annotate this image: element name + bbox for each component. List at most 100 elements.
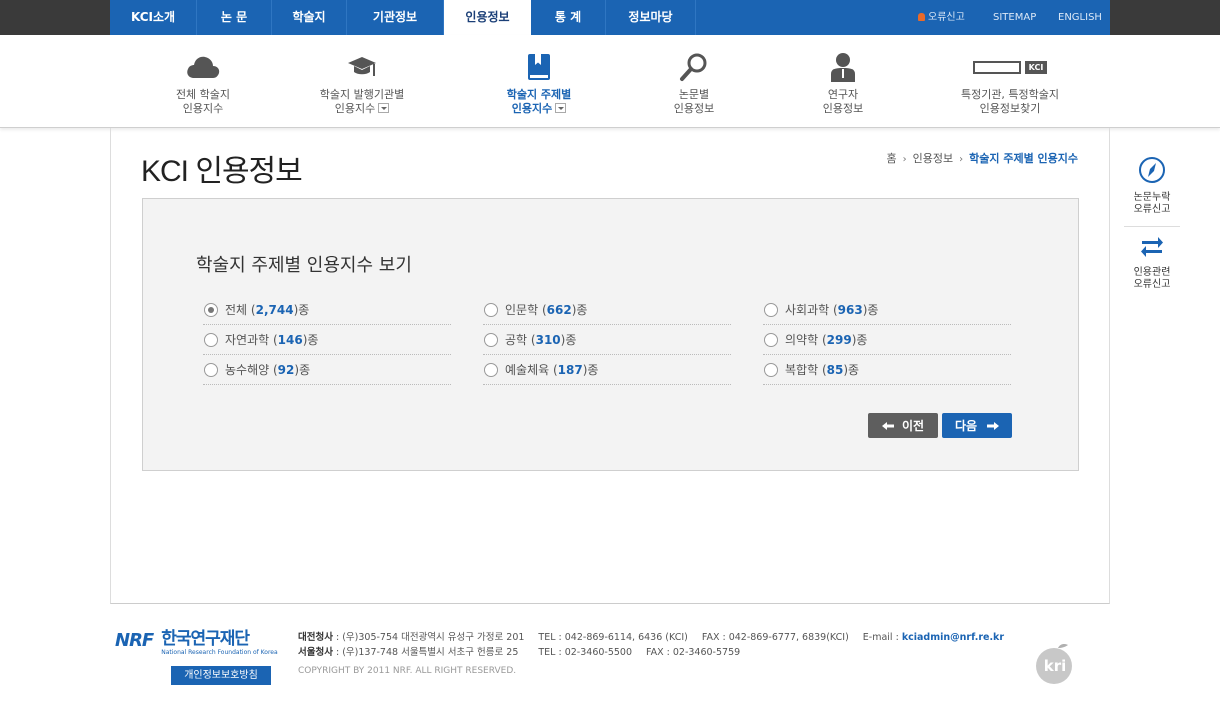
- chevron-down-icon[interactable]: [378, 103, 390, 113]
- subnav-by-paper[interactable]: 논문별 인용정보: [629, 50, 759, 116]
- subnav-label-line1: 논문별: [678, 88, 710, 101]
- category-count: 92: [277, 362, 295, 377]
- category-unit: 종: [848, 363, 860, 377]
- page-title: KCI 인용정보: [141, 155, 303, 188]
- breadcrumb-citation[interactable]: 인용정보: [913, 152, 953, 165]
- person-icon: [778, 50, 908, 84]
- radio-button[interactable]: [764, 362, 778, 377]
- category-humanities[interactable]: 인문학 (662) 종: [483, 295, 731, 325]
- radio-button[interactable]: [764, 302, 778, 317]
- category-name: 인문학: [505, 303, 539, 317]
- radio-button[interactable]: [764, 332, 778, 347]
- radio-button[interactable]: [484, 332, 498, 347]
- arrow-right-icon: [987, 421, 1000, 430]
- category-unit: 종: [587, 363, 599, 377]
- panel-heading: 학술지 주제별 인용지수 보기: [196, 255, 412, 276]
- topnav-statistics[interactable]: 통 계: [531, 0, 606, 35]
- subnav-by-researcher[interactable]: 연구자 인용정보: [778, 50, 908, 116]
- category-count: 299: [826, 332, 852, 347]
- exchange-icon: [1141, 237, 1163, 257]
- quick-menu: 논문누락 오류신고 인용관련 오류신고: [1124, 150, 1180, 302]
- next-button[interactable]: 다음: [942, 413, 1012, 438]
- category-count: 85: [826, 362, 844, 377]
- subnav-label-line1: 연구자: [827, 88, 859, 101]
- seoul-tel: TEL : 02-3460-5500: [538, 647, 633, 658]
- category-name: 자연과학: [225, 333, 270, 347]
- daejeon-fax: FAX : 042-869-6777, 6839(KCI): [701, 632, 849, 643]
- topnav-papers[interactable]: 논 문: [197, 0, 272, 35]
- category-unit: 종: [565, 333, 577, 347]
- topnav-info-plaza[interactable]: 정보마당: [606, 0, 696, 35]
- category-unit: 종: [307, 333, 319, 347]
- subnav-label-line2: 인용정보: [673, 102, 715, 115]
- email-label: E-mail :: [862, 632, 902, 643]
- category-count: 310: [535, 332, 561, 347]
- category-agriculture-fisheries[interactable]: 농수해양 (92) 종: [203, 355, 451, 385]
- seoul-fax: FAX : 02-3460-5759: [646, 647, 741, 658]
- topnav-citation[interactable]: 인용정보: [444, 0, 531, 36]
- subnav-by-publisher[interactable]: 학술지 발행기관별 인용지수: [297, 50, 427, 116]
- quick-label-line2: 오류신고: [1133, 279, 1171, 290]
- quick-label-line1: 인용관련: [1133, 267, 1171, 278]
- chevron-down-icon[interactable]: [555, 103, 567, 113]
- subnav-label-line2: 인용지수: [511, 102, 553, 115]
- radio-button[interactable]: [204, 302, 218, 317]
- quick-paper-error-report[interactable]: 논문누락 오류신고: [1124, 150, 1180, 226]
- error-report-label: 오류신고: [928, 12, 965, 23]
- category-social-science[interactable]: 사회과학 (963) 종: [763, 295, 1011, 325]
- kri-logo: kri: [1032, 642, 1078, 686]
- subnav-by-subject[interactable]: 학술지 주제별 인용지수: [474, 50, 604, 116]
- seoul-label: 서울청사: [298, 647, 333, 658]
- breadcrumb-home[interactable]: 홈: [887, 152, 897, 165]
- topnav-institutions[interactable]: 기관정보: [347, 0, 444, 35]
- subnav-label-line2: 인용정보찾기: [979, 102, 1041, 115]
- subnav-label-line2: 인용지수: [182, 102, 224, 115]
- subnav-all-journals[interactable]: 전체 학술지 인용지수: [138, 50, 268, 116]
- next-label: 다음: [954, 419, 978, 433]
- top-nav: KCI소개 논 문 학술지 기관정보 인용정보 통 계 정보마당 오류신고 SI…: [110, 0, 1110, 36]
- email-link[interactable]: kciadmin@nrf.re.kr: [902, 632, 1004, 643]
- category-unit: 종: [867, 303, 879, 317]
- radio-button[interactable]: [484, 362, 498, 377]
- subnav-label-line2: 인용정보: [822, 102, 864, 115]
- footer: NRF 한국연구재단 National Research Foundation …: [110, 604, 1110, 709]
- radio-button[interactable]: [204, 362, 218, 377]
- category-all[interactable]: 전체 (2,744) 종: [203, 295, 451, 325]
- arrow-left-icon: [881, 421, 894, 430]
- category-unit: 종: [856, 333, 868, 347]
- topnav-journals[interactable]: 학술지: [272, 0, 347, 35]
- daejeon-label: 대전청사: [298, 632, 333, 643]
- prev-button[interactable]: 이전: [868, 413, 938, 438]
- category-name: 농수해양: [225, 363, 270, 377]
- category-unit: 종: [299, 363, 311, 377]
- sitemap-link[interactable]: SITEMAP: [993, 0, 1036, 35]
- privacy-policy-link[interactable]: 개인정보보호방침: [171, 666, 271, 685]
- subnav-label-line1: 학술지 주제별: [506, 88, 572, 101]
- alarm-icon: [918, 13, 925, 21]
- daejeon-tel: TEL : 042-869-6114, 6436 (KCI): [538, 632, 688, 643]
- category-count: 146: [277, 332, 303, 347]
- daejeon-address: : (우)305-754 대전광역시 유성구 가정로 201: [332, 632, 525, 643]
- breadcrumb: 홈 › 인용정보 › 학술지 주제별 인용지수: [884, 150, 1081, 166]
- category-natural-science[interactable]: 자연과학 (146) 종: [203, 325, 451, 355]
- subnav-specific-search[interactable]: KCI 특정기관, 특정학술지 인용정보찾기: [945, 50, 1075, 116]
- cloud-icon: [138, 50, 268, 84]
- category-interdisciplinary[interactable]: 복합학 (85) 종: [763, 355, 1011, 385]
- copyright: COPYRIGHT BY 2011 NRF. ALL RIGHT RESERVE…: [298, 666, 517, 676]
- footer-address: 대전청사 : (우)305-754 대전광역시 유성구 가정로 201 TEL :…: [298, 630, 1004, 679]
- breadcrumb-current: 학술지 주제별 인용지수: [969, 152, 1078, 165]
- category-arts-sports[interactable]: 예술체육 (187) 종: [483, 355, 731, 385]
- category-medicine[interactable]: 의약학 (299) 종: [763, 325, 1011, 355]
- radio-button[interactable]: [484, 302, 498, 317]
- english-link[interactable]: ENGLISH: [1058, 0, 1102, 35]
- category-engineering[interactable]: 공학 (310) 종: [483, 325, 731, 355]
- error-report-link[interactable]: 오류신고: [918, 0, 965, 35]
- category-count: 2,744: [255, 302, 294, 317]
- subject-selection-panel: 학술지 주제별 인용지수 보기 전체 (2,744) 종 인문학 (662) 종 사…: [142, 198, 1079, 471]
- radio-button[interactable]: [204, 332, 218, 347]
- nrf-name-en: National Research Foundation of Korea: [161, 649, 278, 656]
- chevron-right-icon: ›: [902, 154, 907, 165]
- quick-citation-error-report[interactable]: 인용관련 오류신고: [1124, 226, 1180, 302]
- topnav-kci-intro[interactable]: KCI소개: [110, 0, 197, 35]
- category-count: 963: [837, 302, 863, 317]
